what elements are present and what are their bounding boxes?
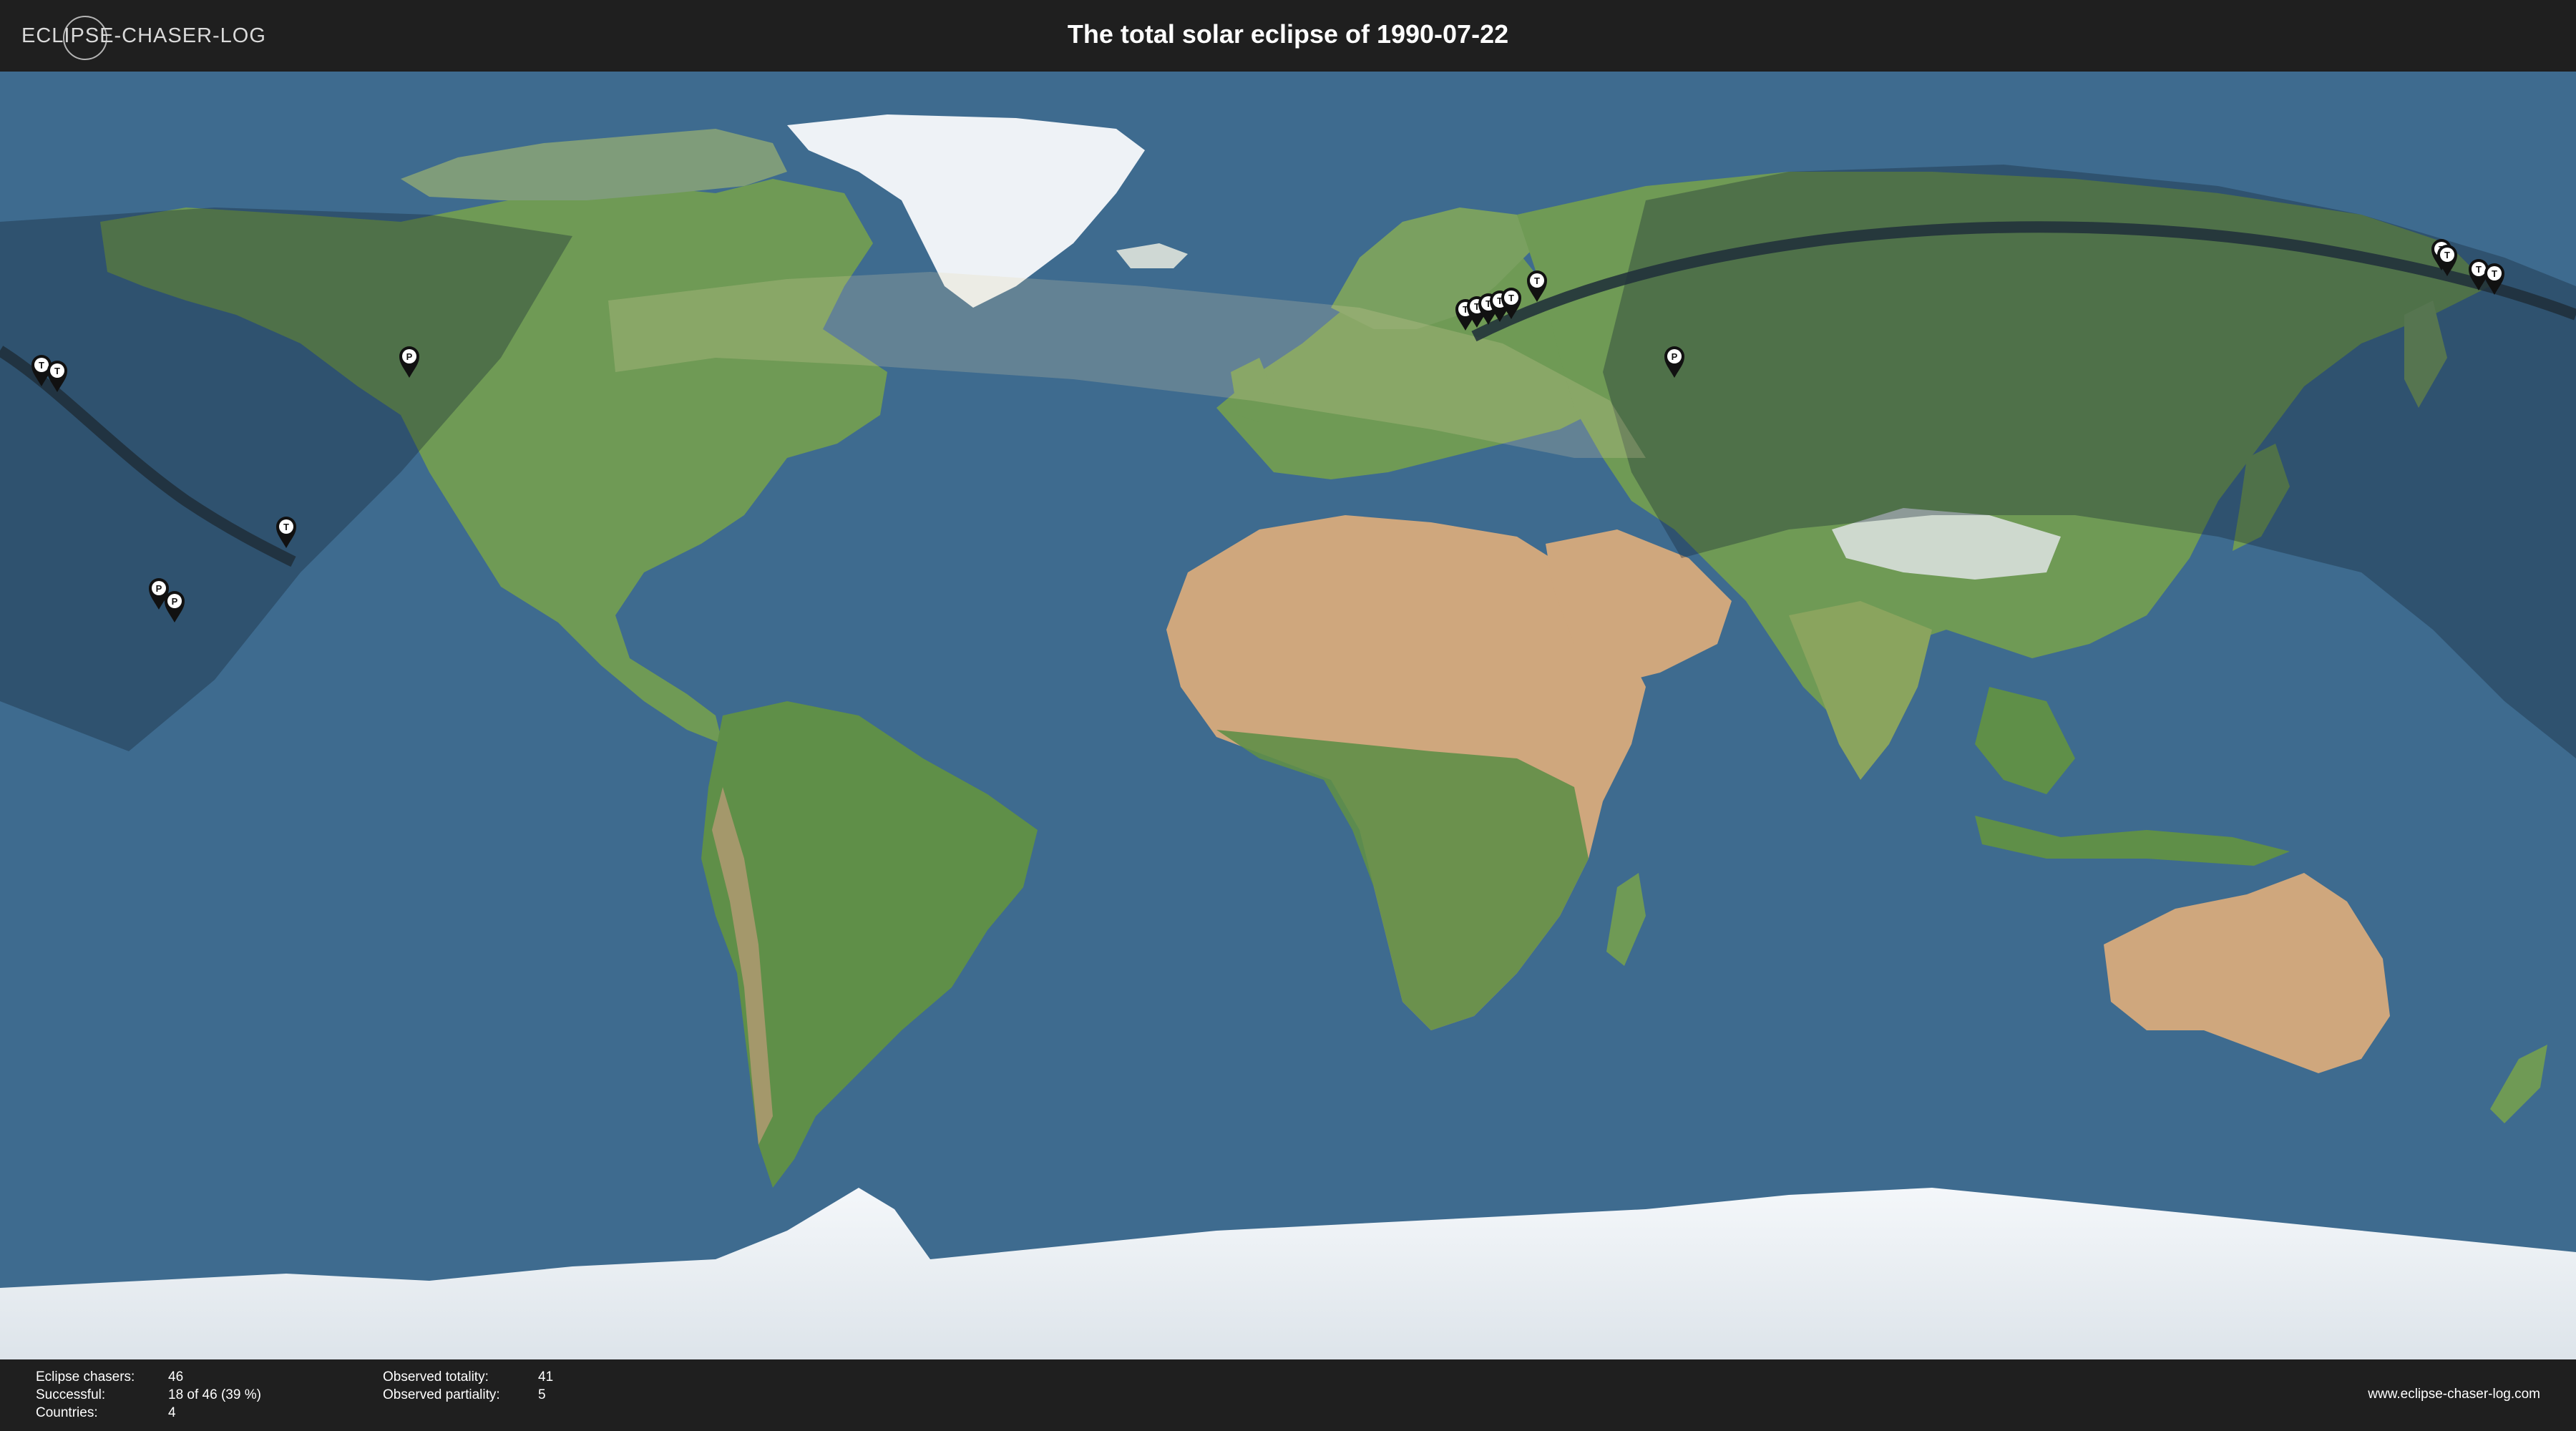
page-title: The total solar eclipse of 1990-07-22 [1067,19,1509,49]
marker-label: T [2492,268,2497,279]
stat-value-chasers: 46 [168,1369,184,1384]
marker-label: P [172,596,178,607]
marker-label: T [54,366,60,376]
stat-value-successful: 18 of 46 (39 %) [168,1387,261,1402]
stat-label-successful: Successful: [36,1387,106,1402]
marker-label: P [406,351,413,362]
marker-label: T [1508,293,1514,303]
stat-label-chasers: Eclipse chasers: [36,1369,135,1384]
marker-label: T [283,522,289,532]
stat-label-countries: Countries: [36,1405,98,1420]
stat-value-partiality: 5 [538,1387,546,1402]
map-svg: TTPTPPTTTTTTPTTTT [0,72,2576,1359]
marker-label: T [1534,275,1540,286]
marker-label: T [2444,250,2450,260]
marker-label: P [156,583,162,594]
marker-label: T [39,360,44,371]
header-bar: ECLIPSE-CHASER-LOG The total solar eclip… [0,0,2576,72]
stat-value-totality: 41 [538,1369,554,1384]
website-link[interactable]: www.eclipse-chaser-log.com [2368,1387,2540,1402]
stat-value-countries: 4 [168,1405,176,1420]
stat-label-partiality: Observed partiality: [383,1387,500,1402]
marker-label: T [2476,264,2482,275]
footer-bar: Eclipse chasers: 46 Successful: 18 of 46… [0,1359,2576,1431]
stat-label-totality: Observed totality: [383,1369,489,1384]
marker-label: P [1672,351,1678,362]
world-map[interactable]: TTPTPPTTTTTTPTTTT [0,72,2576,1359]
